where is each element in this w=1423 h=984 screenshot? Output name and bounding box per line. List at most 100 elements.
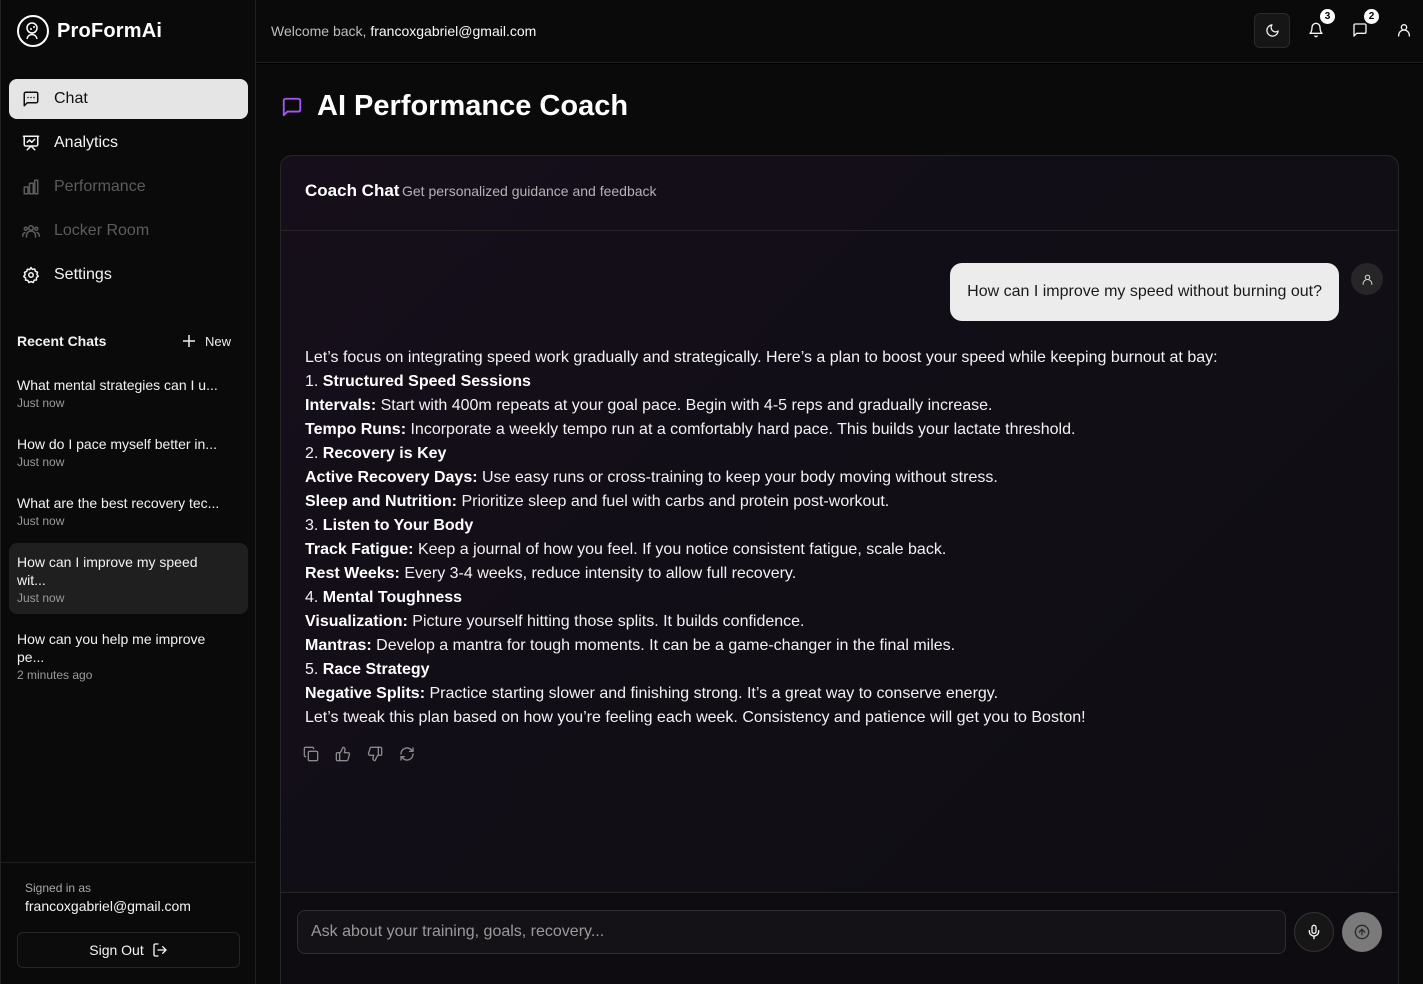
nav-label: Analytics [54, 134, 119, 151]
voice-input-button[interactable] [1294, 912, 1334, 952]
nav-label: Performance [54, 178, 146, 195]
brand[interactable]: ProFormAi [17, 14, 162, 48]
answer-line: Tempo Runs: Incorporate a weekly tempo r… [305, 421, 1076, 438]
bar-chart-icon [23, 179, 39, 195]
chat-time: 2 minutes ago [17, 668, 93, 682]
chat-title: How can you help me improve pe... [17, 631, 206, 665]
user-message-bubble: How can I improve my speed without burni… [950, 263, 1339, 321]
answer-line: Let’s tweak this plan based on how you’r… [305, 709, 1086, 726]
microphone-icon [1308, 924, 1320, 940]
sign-out-button[interactable]: Sign Out [17, 932, 240, 968]
arrow-up-circle-icon [1354, 924, 1370, 940]
new-chat-button[interactable]: New [182, 333, 231, 349]
recent-chats-header: Recent Chats New [17, 333, 231, 349]
user-avatar [1351, 263, 1383, 295]
page-title-row: AI Performance Coach [281, 90, 628, 123]
main-content: AI Performance Coach Coach Chat Get pers… [256, 64, 1423, 984]
logo-icon [17, 15, 49, 47]
nav-label: Locker Room [54, 222, 150, 239]
users-icon [22, 225, 40, 238]
answer-line: 5. Race Strategy [305, 661, 430, 678]
chat-time: Just now [17, 591, 65, 605]
nav-item-chat[interactable]: Chat [9, 79, 248, 119]
answer-line: Mantras: Develop a mantra for tough mome… [305, 637, 956, 654]
chat-input[interactable] [297, 910, 1286, 954]
chat-time: Just now [17, 514, 65, 528]
nav-label: Settings [54, 266, 112, 283]
chat-time: Just now [17, 455, 65, 469]
answer-line: Rest Weeks: Every 3-4 weeks, reduce inte… [305, 565, 797, 582]
thumbs-down-button[interactable] [367, 746, 383, 762]
signed-in-label: Signed in as [25, 881, 92, 895]
regenerate-button[interactable] [399, 746, 415, 762]
theme-toggle-button[interactable] [1254, 13, 1290, 48]
presentation-chart-icon [22, 135, 40, 151]
profile-button[interactable] [1394, 20, 1414, 40]
log-out-icon [153, 943, 167, 957]
nav-item-analytics[interactable]: Analytics [9, 123, 248, 163]
message-composer [281, 892, 1398, 984]
welcome-email: francoxgabriel@gmail.com [370, 23, 537, 39]
gear-icon [22, 266, 40, 284]
top-header: Welcome back, francoxgabriel@gmail.com 3… [256, 0, 1423, 63]
chat-title: What mental strategies can I u... [17, 377, 218, 393]
answer-line: Visualization: Picture yourself hitting … [305, 613, 805, 630]
card-title: Coach Chat [305, 181, 400, 200]
chat-title: What are the best recovery tec... [17, 495, 220, 511]
new-chat-label: New [204, 333, 231, 349]
answer-line: 2. Recovery is Key [305, 445, 447, 462]
recent-chat-item[interactable]: What mental strategies can I u... Just n… [9, 366, 248, 419]
nav-item-settings[interactable]: Settings [9, 255, 248, 295]
user-icon [1398, 24, 1410, 37]
user-icon [1362, 274, 1372, 285]
answer-line: Active Recovery Days: Use easy runs or c… [305, 469, 998, 486]
welcome-text: Welcome back, francoxgabriel@gmail.com [271, 23, 536, 39]
app-name: ProFormAi [57, 19, 163, 42]
copy-icon [303, 746, 319, 762]
sidebar: ProFormAi Chat Analytics Performance Loc… [0, 0, 256, 984]
notifications-button[interactable]: 3 [1306, 9, 1335, 40]
thumbs-up-icon [335, 746, 351, 762]
answer-line: Intervals: Start with 400m repeats at yo… [305, 397, 993, 414]
answer-line: Negative Splits: Practice starting slowe… [305, 685, 999, 702]
chat-title: How can I improve my speed wit... [17, 554, 198, 588]
send-button[interactable] [1342, 912, 1382, 952]
recent-chats-title: Recent Chats [17, 333, 107, 349]
plus-icon [182, 335, 195, 347]
main-nav: Chat Analytics Performance Locker Room S… [9, 79, 248, 299]
answer-line: 1. Structured Speed Sessions [305, 373, 531, 390]
refresh-icon [400, 747, 414, 761]
sign-out-label: Sign Out [89, 942, 144, 958]
recent-chat-item[interactable]: How can you help me improve pe... 2 minu… [9, 620, 248, 691]
thumbs-up-button[interactable] [335, 746, 351, 762]
message-square-icon [23, 91, 39, 107]
recent-chat-list: What mental strategies can I u... Just n… [9, 366, 248, 697]
recent-chat-item[interactable]: What are the best recovery tec... Just n… [9, 484, 248, 537]
signed-in-email: francoxgabriel@gmail.com [25, 898, 191, 914]
thumbs-down-icon [367, 746, 383, 762]
recent-chat-item-active[interactable]: How can I improve my speed wit... Just n… [9, 543, 248, 614]
messages-button[interactable]: 2 [1350, 9, 1379, 40]
nav-label: Chat [54, 90, 88, 107]
recent-chat-item[interactable]: How do I pace myself better in... Just n… [9, 425, 248, 478]
nav-item-locker-room[interactable]: Locker Room [9, 211, 248, 251]
chat-time: Just now [17, 396, 65, 410]
assistant-message: Let’s focus on integrating speed work gr… [305, 346, 1365, 730]
answer-line: Let’s focus on integrating speed work gr… [305, 349, 1218, 366]
notifications-badge: 3 [1320, 9, 1335, 24]
card-header: Coach Chat Get personalized guidance and… [281, 156, 1398, 231]
message-square-icon [282, 97, 302, 116]
nav-item-performance[interactable]: Performance [9, 167, 248, 207]
moon-icon [1265, 24, 1279, 37]
card-subtitle: Get personalized guidance and feedback [402, 183, 657, 199]
answer-line: 4. Mental Toughness [305, 589, 463, 606]
message-square-icon [1353, 23, 1367, 37]
sidebar-footer: Signed in as francoxgabriel@gmail.com Si… [1, 862, 256, 984]
coach-chat-card: Coach Chat Get personalized guidance and… [280, 155, 1399, 984]
welcome-prefix: Welcome back, [271, 23, 367, 39]
chat-title: How do I pace myself better in... [17, 436, 217, 452]
messages-badge: 2 [1364, 9, 1379, 24]
bell-icon [1309, 22, 1323, 38]
answer-line: 3. Listen to Your Body [305, 517, 474, 534]
copy-button[interactable] [303, 746, 319, 762]
